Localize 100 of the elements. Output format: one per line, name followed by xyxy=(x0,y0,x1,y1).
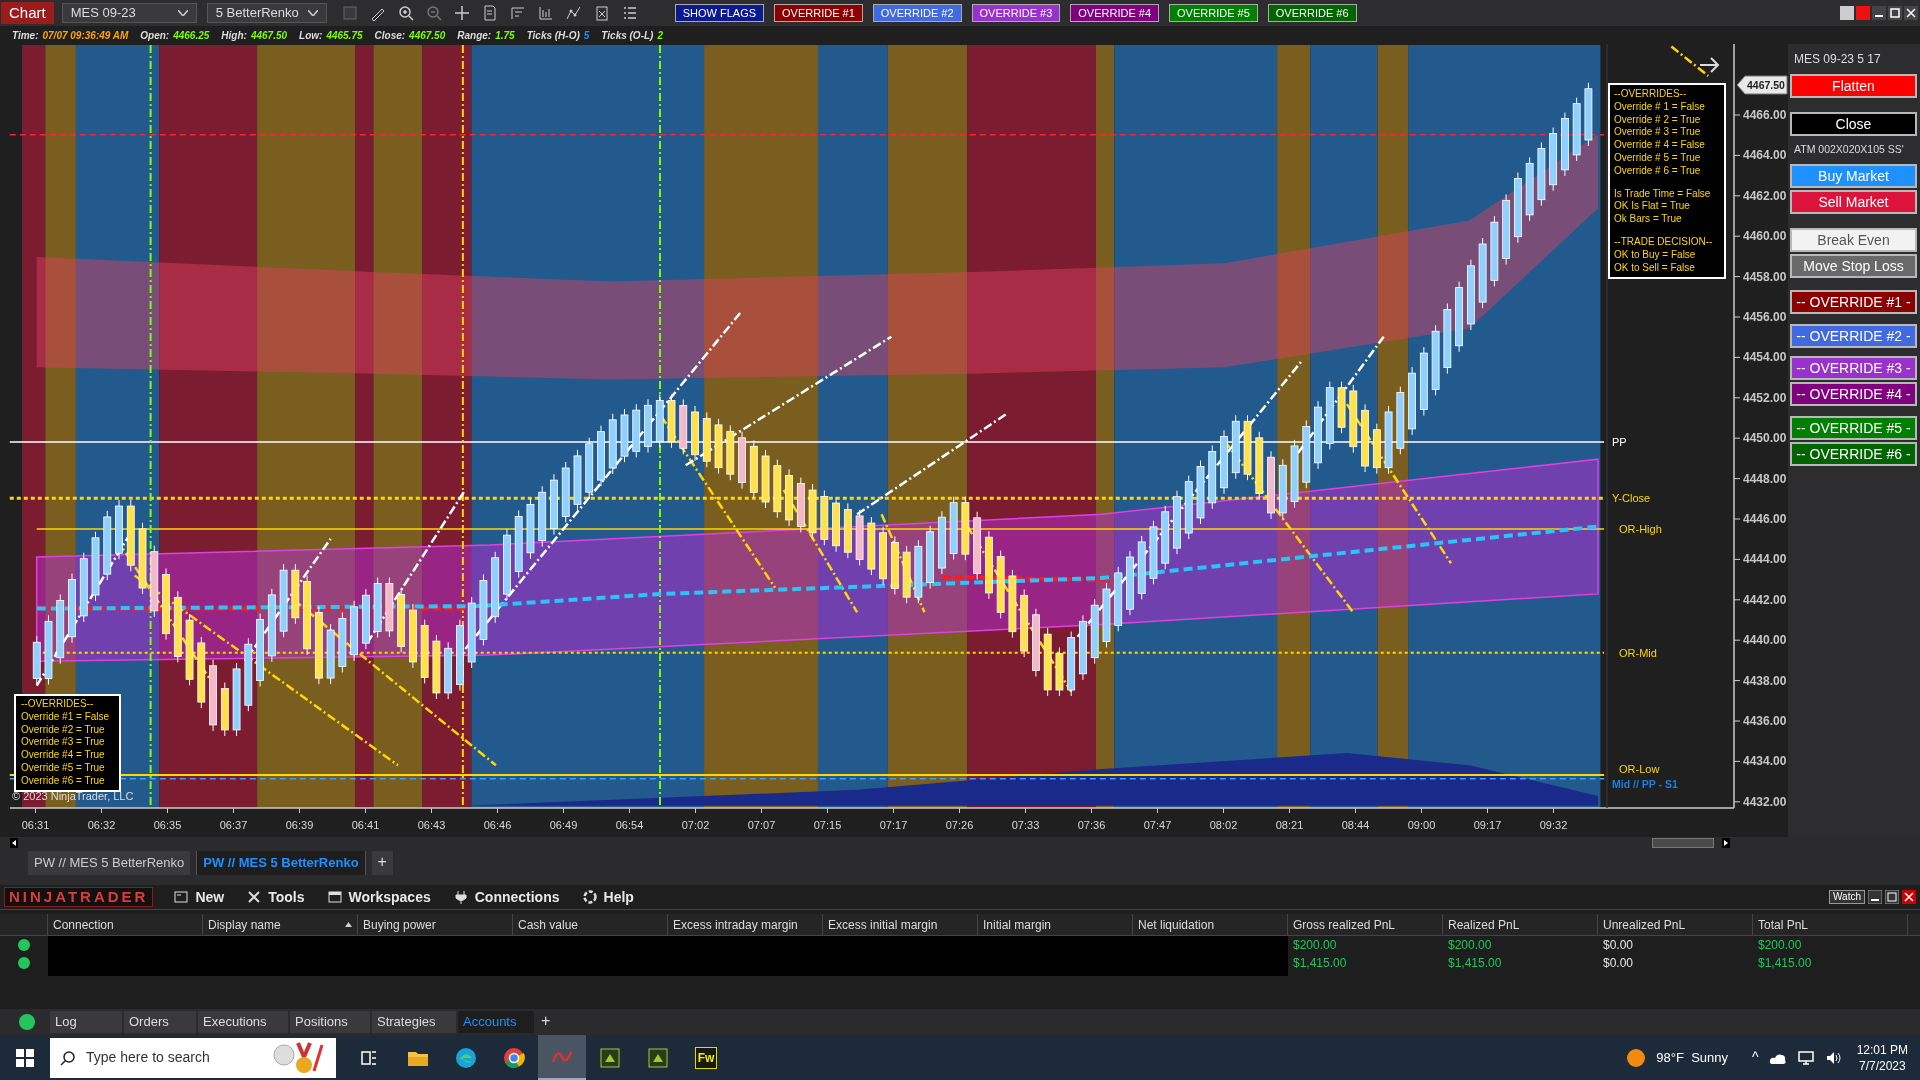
bottom-tab[interactable]: Log xyxy=(50,1011,122,1033)
overlay-text: Override # 5 = True xyxy=(1614,152,1702,165)
bottom-tab[interactable]: Orders xyxy=(124,1011,196,1033)
time-label: 09:00 xyxy=(1407,819,1436,831)
side-button[interactable]: Close xyxy=(1790,112,1917,136)
overlay-text: --OVERRIDES-- xyxy=(21,698,95,711)
flag-button[interactable]: OVERRIDE #1 xyxy=(774,4,863,22)
column-header[interactable]: Display name xyxy=(203,914,358,935)
add-tab-button[interactable]: + xyxy=(371,851,393,875)
overlay-text: Override # 3 = True xyxy=(1614,126,1702,140)
menu-item[interactable]: New xyxy=(173,886,225,908)
column-header[interactable]: Excess initial margin xyxy=(823,914,978,935)
time-label: 06:43 xyxy=(417,819,446,831)
chart-button[interactable]: Chart xyxy=(1,2,54,24)
flag-button[interactable]: OVERRIDE #4 xyxy=(1070,4,1160,22)
column-header[interactable]: Realized PnL xyxy=(1443,914,1598,935)
menu-item[interactable]: Help xyxy=(581,886,634,908)
flag-button[interactable]: OVERRIDE #6 xyxy=(1267,4,1357,22)
side-button[interactable]: -- OVERRIDE #6 - xyxy=(1790,442,1917,466)
app-logo: NINJATRADER xyxy=(4,887,154,907)
column-header[interactable]: Net liquidation xyxy=(1133,914,1288,935)
taskbar-app[interactable]: Fw xyxy=(682,1035,730,1080)
flag-button[interactable]: OVERRIDE #5 xyxy=(1169,4,1258,22)
chart-tab[interactable]: PW // MES 5 BetterRenko xyxy=(196,851,366,875)
overlay-text: Ok Bars = True xyxy=(1614,213,1683,226)
search-bar[interactable]: Type here to search xyxy=(50,1037,336,1078)
level-label: Y-Close xyxy=(1612,492,1651,504)
flag-button[interactable]: OVERRIDE #3 xyxy=(971,4,1061,22)
time-label: 06:54 xyxy=(615,819,644,831)
dropdown[interactable]: 5 BetterRenko xyxy=(206,3,327,23)
clock-time[interactable]: 12:01 PM xyxy=(1856,1041,1908,1058)
column-header[interactable]: Gross realized PnL xyxy=(1288,914,1443,935)
time-label: 06:37 xyxy=(219,819,248,831)
current-price: 4467.50 xyxy=(1747,79,1785,91)
price-label: 4442.00 xyxy=(1743,592,1787,607)
price-label: 4448.00 xyxy=(1743,471,1787,486)
price-label: 4432.00 xyxy=(1743,794,1787,809)
tray-caret[interactable]: ^ xyxy=(1752,1047,1759,1068)
clock-date[interactable]: 7/7/2023 xyxy=(1858,1057,1906,1074)
overlay-text: OK Is Flat = True xyxy=(1614,200,1691,214)
column-header[interactable]: Buying power xyxy=(358,914,513,935)
side-button[interactable]: Move Stop Loss xyxy=(1790,254,1917,278)
side-button[interactable]: -- OVERRIDE #3 - xyxy=(1790,356,1917,380)
table-cell-text: $1,415.00 xyxy=(1447,955,1503,972)
column-header[interactable]: Excess intraday margin xyxy=(668,914,823,935)
price-label: 4436.00 xyxy=(1743,714,1787,728)
side-button[interactable]: Flatten xyxy=(1790,74,1917,98)
overlay-text: Override # 6 = True xyxy=(1614,164,1702,178)
menu-item[interactable]: Tools xyxy=(246,886,305,908)
bottom-tab[interactable]: Accounts xyxy=(458,1011,534,1033)
level-label: OR-High xyxy=(1619,523,1662,535)
overlay-text: --OVERRIDES-- xyxy=(1614,88,1688,101)
side-button[interactable]: Sell Market xyxy=(1790,190,1917,214)
time-label: 06:35 xyxy=(153,819,182,831)
overlay-text: Override #2 = True xyxy=(21,723,106,737)
side-button[interactable]: -- OVERRIDE #2 - xyxy=(1790,324,1917,348)
chart-tab[interactable]: PW // MES 5 BetterRenko xyxy=(28,851,191,875)
time-label: 07:15 xyxy=(813,819,842,831)
table-cell-text: $0.00 xyxy=(1602,937,1635,954)
time-label: 07:33 xyxy=(1011,819,1040,831)
data-label: Close: xyxy=(374,28,406,43)
overlay-text: Override # 2 = True xyxy=(1614,113,1702,127)
overlay-text: OK to Sell = False xyxy=(1614,261,1696,275)
price-label: 4438.00 xyxy=(1743,673,1787,688)
add-tab-button[interactable]: + xyxy=(536,1011,556,1033)
column-header[interactable]: Connection xyxy=(48,914,203,935)
menu-item[interactable]: Workspaces xyxy=(326,886,431,908)
side-button[interactable]: -- OVERRIDE #1 - xyxy=(1790,290,1917,314)
price-label: 4450.00 xyxy=(1743,431,1787,446)
price-label: 4440.00 xyxy=(1743,633,1787,648)
price-label: 4466.00 xyxy=(1743,108,1787,122)
menu-item[interactable]: Connections xyxy=(452,886,560,908)
data-value: 5 xyxy=(583,28,590,43)
time-label: 06:46 xyxy=(483,819,512,831)
flag-button[interactable]: OVERRIDE #2 xyxy=(872,4,962,22)
data-value: 2 xyxy=(657,28,663,43)
time-label: 06:32 xyxy=(87,819,116,831)
bottom-tab[interactable]: Strategies xyxy=(372,1011,456,1033)
search-field[interactable]: Type here to search xyxy=(86,1047,262,1068)
time-label: 07:47 xyxy=(1143,819,1172,831)
column-header[interactable]: Unrealized PnL xyxy=(1598,914,1753,935)
level-label: OR-Low xyxy=(1619,763,1660,775)
price-label: 4460.00 xyxy=(1743,229,1787,244)
dropdown[interactable]: MES 09-23 xyxy=(61,3,197,23)
flag-button[interactable]: SHOW FLAGS xyxy=(674,4,765,22)
side-button[interactable]: -- OVERRIDE #5 - xyxy=(1790,416,1917,440)
watch-button[interactable]: Watch xyxy=(1829,890,1865,904)
bottom-tab[interactable]: Positions xyxy=(290,1011,370,1033)
bottom-tab[interactable]: Executions xyxy=(198,1011,288,1033)
side-button[interactable]: -- OVERRIDE #4 - xyxy=(1790,382,1917,406)
time-label: 08:44 xyxy=(1341,819,1370,831)
price-label: 4434.00 xyxy=(1743,754,1787,769)
column-header[interactable]: Initial margin xyxy=(978,914,1133,935)
column-header[interactable]: Cash value xyxy=(513,914,668,935)
table-cell-text: $0.00 xyxy=(1602,955,1635,972)
column-header[interactable]: Total PnL xyxy=(1753,914,1908,935)
price-label: 4452.00 xyxy=(1743,390,1787,405)
side-button[interactable]: Break Even xyxy=(1790,228,1917,252)
time-label: 06:31 xyxy=(21,819,50,831)
table-cell-text: $200.00 xyxy=(1292,937,1338,954)
